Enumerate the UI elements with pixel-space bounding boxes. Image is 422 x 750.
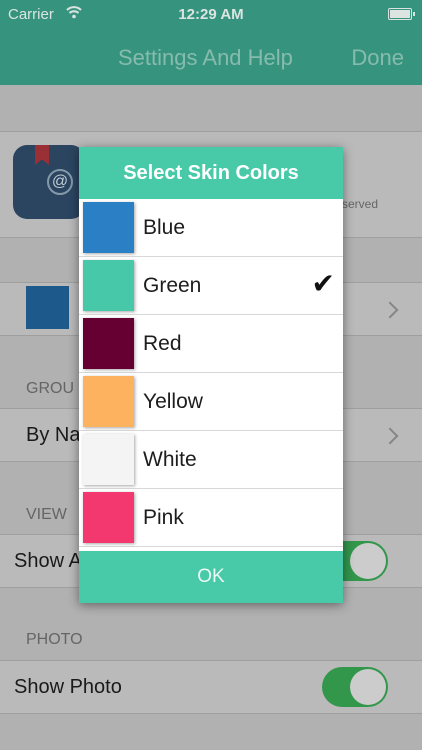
color-swatch [83, 376, 134, 427]
color-option-list: Blue Green ✔ Red Yellow White Pink [79, 199, 343, 547]
color-option-label: Green [143, 274, 202, 297]
color-option-label: Red [143, 332, 182, 355]
color-option-blue[interactable]: Blue [79, 199, 343, 257]
color-option-red[interactable]: Red [79, 315, 343, 373]
color-option-label: White [143, 448, 197, 471]
color-option-white[interactable]: White [79, 431, 343, 489]
color-swatch [83, 202, 134, 253]
color-option-label: Yellow [143, 390, 203, 413]
ok-button[interactable]: OK [79, 551, 343, 603]
checkmark-icon: ✔ [311, 268, 335, 299]
color-option-pink[interactable]: Pink [79, 489, 343, 547]
skin-color-dialog: Select Skin Colors Blue Green ✔ Red Yell… [79, 147, 343, 603]
color-swatch [83, 492, 134, 543]
color-option-label: Pink [143, 506, 184, 529]
color-option-label: Blue [143, 216, 186, 239]
color-swatch [83, 260, 134, 311]
color-swatch [83, 434, 134, 485]
color-option-yellow[interactable]: Yellow [79, 373, 343, 431]
color-swatch [83, 318, 134, 369]
dialog-title: Select Skin Colors [79, 147, 343, 199]
color-option-green[interactable]: Green ✔ [79, 257, 343, 315]
